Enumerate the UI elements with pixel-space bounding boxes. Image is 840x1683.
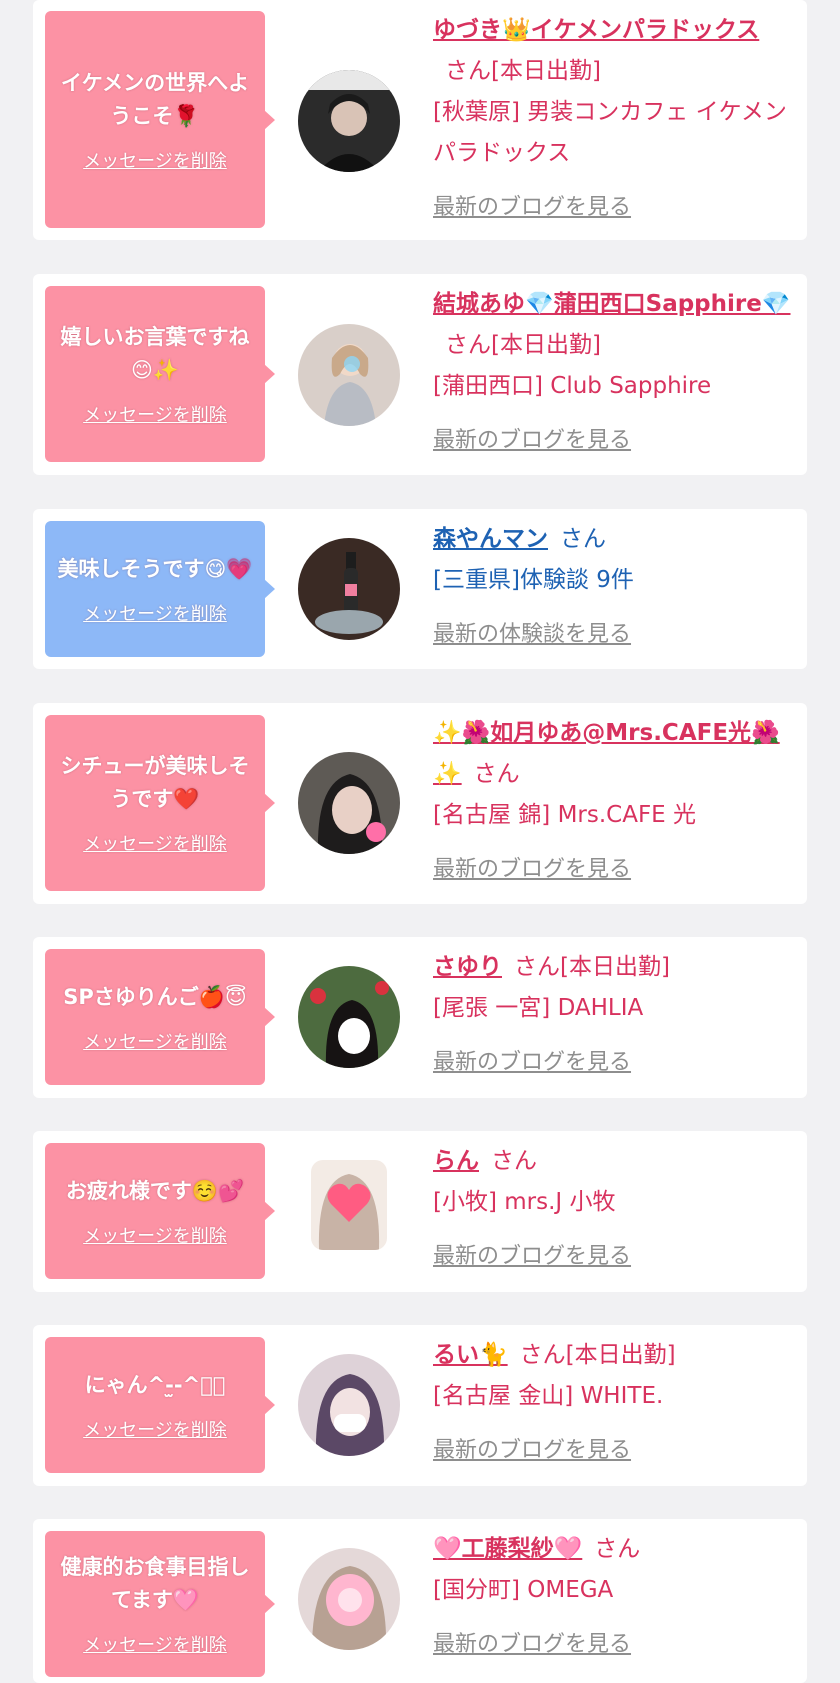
- latest-blog-link[interactable]: 最新のブログを見る: [433, 1236, 631, 1277]
- profile-info: 結城あゆ💎蒲田西口Sapphire💎 さん[本日出勤] [蒲田西口] Club S…: [433, 284, 793, 461]
- message-card: 健康的お食事目指してます🩷 メッセージを削除 🩷工藤梨紗🩷 さん [国分町] OM…: [33, 1519, 807, 1683]
- profile-info: ✨🌺如月ゆあ@Mrs.CAFE光🌺✨ さん [名古屋 錦] Mrs.CAFE 光 …: [433, 713, 793, 890]
- avatar[interactable]: [298, 966, 400, 1068]
- shop-label: [秋葉原] 男装コンカフェ イケメンパラドックス: [433, 99, 787, 166]
- message-card: 美味しそうです😋💗 メッセージを削除 森やんマン さん [三重県]体験談 9件 最…: [33, 509, 807, 669]
- message-bubble: 嬉しいお言葉ですね😊✨ メッセージを削除: [45, 286, 275, 462]
- latest-blog-link[interactable]: 最新のブログを見る: [433, 1430, 631, 1471]
- profile-name-link[interactable]: 結城あゆ💎蒲田西口Sapphire💎: [433, 291, 791, 317]
- profile-name-link[interactable]: るい🐈: [433, 1342, 508, 1368]
- shop-label: [小牧] mrs.J 小牧: [433, 1189, 616, 1215]
- profile-info: さゆり さん[本日出勤] [尾張 一宮] DAHLIA 最新のブログを見る: [433, 947, 793, 1083]
- message-bubble: 健康的お食事目指してます🩷 メッセージを削除: [45, 1531, 275, 1677]
- profile-name-link[interactable]: らん: [433, 1148, 479, 1174]
- profile-info: らん さん [小牧] mrs.J 小牧 最新のブログを見る: [433, 1141, 793, 1277]
- shop-label: [名古屋 錦] Mrs.CAFE 光: [433, 802, 697, 828]
- delete-message-link[interactable]: メッセージを削除: [83, 401, 227, 427]
- name-suffix: さん: [491, 1148, 537, 1174]
- profile-info: るい🐈 さん[本日出勤] [名古屋 金山] WHITE. 最新のブログを見る: [433, 1335, 793, 1471]
- shop-label: [尾張 一宮] DAHLIA: [433, 995, 644, 1021]
- message-card: にゃん^-̫-^ฅ゙ メッセージを削除 るい🐈 さん[本日出勤] [名古屋 金山]…: [33, 1325, 807, 1486]
- profile-info: 🩷工藤梨紗🩷 さん [国分町] OMEGA 最新のブログを見る: [433, 1529, 793, 1665]
- profile-info: ゆづき👑イケメンパラドックスさん[本日出勤] [秋葉原] 男装コンカフェ イケメ…: [433, 10, 793, 228]
- name-suffix: さん[本日出勤]: [445, 332, 601, 358]
- latest-blog-link[interactable]: 最新のブログを見る: [433, 420, 631, 461]
- message-bubble: お疲れ様です☺️💕 メッセージを削除: [45, 1143, 275, 1279]
- message-text: SPさゆりんご🍎😇: [63, 984, 247, 1009]
- profile-name-link[interactable]: 森やんマン: [433, 526, 548, 552]
- avatar[interactable]: [311, 1160, 387, 1250]
- shop-label: [国分町] OMEGA: [433, 1577, 614, 1603]
- message-text: お疲れ様です☺️💕: [65, 1178, 245, 1203]
- shop-label: [三重県]体験談 9件: [433, 567, 634, 593]
- profile-name-link[interactable]: 🩷工藤梨紗🩷: [433, 1536, 582, 1562]
- avatar[interactable]: [298, 70, 400, 172]
- profile-name-link[interactable]: ゆづき👑イケメンパラドックス: [433, 17, 759, 43]
- avatar[interactable]: [298, 752, 400, 854]
- message-bubble: シチューが美味しそうです❤️ メッセージを削除: [45, 715, 275, 891]
- message-text: 健康的お食事目指してます🩷: [60, 1555, 250, 1612]
- delete-message-link[interactable]: メッセージを削除: [83, 1222, 227, 1248]
- delete-message-link[interactable]: メッセージを削除: [83, 1416, 227, 1442]
- message-text: 嬉しいお言葉ですね😊✨: [60, 325, 250, 382]
- message-text: イケメンの世界へようこそ🌹: [60, 70, 250, 128]
- delete-message-link[interactable]: メッセージを削除: [83, 600, 227, 626]
- message-bubble: イケメンの世界へようこそ🌹 メッセージを削除: [45, 11, 275, 228]
- name-suffix: さん: [560, 526, 606, 552]
- latest-blog-link[interactable]: 最新のブログを見る: [433, 187, 631, 228]
- shop-label: [蒲田西口] Club Sapphire: [433, 373, 712, 399]
- avatar[interactable]: [298, 324, 400, 426]
- name-suffix: さん: [594, 1536, 641, 1562]
- message-card: イケメンの世界へようこそ🌹 メッセージを削除 ゆづき👑イケメンパラドックスさん[…: [33, 0, 807, 240]
- message-card: シチューが美味しそうです❤️ メッセージを削除 ✨🌺如月ゆあ@Mrs.CAFE光…: [33, 703, 807, 904]
- message-bubble: SPさゆりんご🍎😇 メッセージを削除: [45, 949, 275, 1085]
- name-suffix: さん[本日出勤]: [514, 954, 670, 980]
- message-bubble: にゃん^-̫-^ฅ゙ メッセージを削除: [45, 1337, 275, 1473]
- delete-message-link[interactable]: メッセージを削除: [83, 1631, 227, 1657]
- latest-blog-link[interactable]: 最新のブログを見る: [433, 1624, 631, 1665]
- latest-blog-link[interactable]: 最新のブログを見る: [433, 1042, 631, 1083]
- message-card: お疲れ様です☺️💕 メッセージを削除 らん さん [小牧] mrs.J 小牧 最新…: [33, 1131, 807, 1292]
- avatar[interactable]: [298, 1354, 400, 1456]
- message-card: SPさゆりんご🍎😇 メッセージを削除 さゆり さん[本日出勤] [尾張 一宮] D…: [33, 937, 807, 1098]
- latest-review-link[interactable]: 最新の体験談を見る: [433, 614, 631, 655]
- profile-name-link[interactable]: さゆり: [433, 954, 502, 980]
- name-suffix: さん[本日出勤]: [445, 58, 601, 84]
- name-suffix: さん: [473, 761, 520, 787]
- profile-info: 森やんマン さん [三重県]体験談 9件 最新の体験談を見る: [433, 519, 793, 655]
- delete-message-link[interactable]: メッセージを削除: [83, 147, 227, 173]
- message-bubble: 美味しそうです😋💗 メッセージを削除: [45, 521, 275, 657]
- latest-blog-link[interactable]: 最新のブログを見る: [433, 849, 631, 890]
- message-card: 嬉しいお言葉ですね😊✨ メッセージを削除 結城あゆ💎蒲田西口Sapphire💎 さ…: [33, 274, 807, 475]
- message-text: シチューが美味しそうです❤️: [60, 754, 250, 811]
- name-suffix: さん[本日出勤]: [519, 1342, 676, 1368]
- avatar[interactable]: [298, 1548, 400, 1650]
- shop-label: [名古屋 金山] WHITE.: [433, 1383, 664, 1409]
- delete-message-link[interactable]: メッセージを削除: [83, 830, 227, 856]
- delete-message-link[interactable]: メッセージを削除: [83, 1028, 227, 1054]
- message-text: にゃん^-̫-^ฅ゙: [84, 1372, 226, 1397]
- avatar[interactable]: [298, 538, 400, 640]
- message-text: 美味しそうです😋💗: [57, 556, 253, 581]
